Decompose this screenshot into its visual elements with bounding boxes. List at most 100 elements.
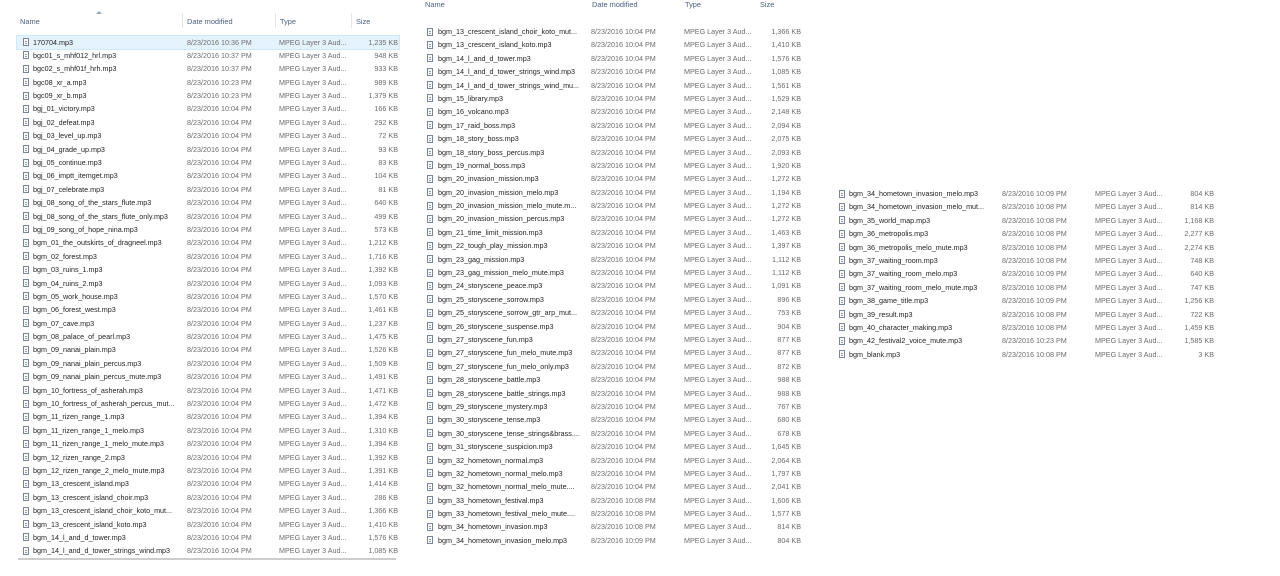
column-header-name[interactable]: Name (20, 17, 40, 26)
file-row[interactable]: bgm_16_volcano.mp3 8/23/2016 10:04 PM MPEG… (420, 105, 808, 118)
column-header-date-modified[interactable]: Date modified (592, 0, 638, 9)
file-row[interactable]: bgc01_s_mhf012_hrl.mp3 8/23/2016 10:37 PM… (17, 49, 399, 62)
file-row[interactable]: bgm_25_storyscene_sorrow.mp3 8/23/2016 10… (420, 293, 808, 306)
file-row[interactable]: bgm_11_rizen_range_1_melo_mute.mp3 8/23/2… (17, 437, 399, 450)
file-row[interactable]: bgm_09_nanai_plain.mp3 8/23/2016 10:04 PM… (17, 343, 399, 356)
file-row[interactable]: bgm_33_hometown_festival_melo_mute.... 8/… (420, 507, 808, 520)
file-row[interactable]: bgm_22_tough_play_mission.mp3 8/23/2016 1… (420, 239, 808, 252)
file-row[interactable]: bgj_01_victory.mp3 8/23/2016 10:04 PM MPEG… (17, 102, 399, 115)
file-row[interactable]: bgm_34_hometown_invasion_melo.mp3 8/23/20… (832, 187, 1220, 200)
file-row[interactable]: bgm_12_rizen_range_2_melo_mute.mp3 8/23/2… (17, 464, 399, 477)
file-row[interactable]: bgm_34_hometown_invasion_melo_mut... 8/23… (832, 200, 1220, 213)
file-row[interactable]: bgm_20_invasion_mission_melo.mp3 8/23/201… (420, 186, 808, 199)
file-row[interactable]: bgm_10_fortress_of_asherah.mp3 8/23/2016 … (17, 384, 399, 397)
file-row[interactable]: bgj_04_grade_up.mp3 8/23/2016 10:04 PM MPE… (17, 143, 399, 156)
file-row[interactable]: bgm_27_storyscene_fun_melo_only.mp3 8/23/… (420, 360, 808, 373)
file-row[interactable]: bgm_31_storyscene_suspicion.mp3 8/23/2016… (420, 440, 808, 453)
file-row[interactable]: bgm_36_metropolis.mp3 8/23/2016 10:08 PM M… (832, 227, 1220, 240)
file-row[interactable]: bgj_07_celebrate.mp3 8/23/2016 10:04 PM MP… (17, 183, 399, 196)
file-row[interactable]: bgm_27_storyscene_fun.mp3 8/23/2016 10:04… (420, 333, 808, 346)
column-header-name[interactable]: Name (425, 0, 445, 9)
file-row[interactable]: bgm_13_crescent_island_choir.mp3 8/23/201… (17, 491, 399, 504)
file-row[interactable]: bgm_11_rizen_range_1_melo.mp3 8/23/2016 1… (17, 424, 399, 437)
file-row[interactable]: bgm_03_ruins_1.mp3 8/23/2016 10:04 PM MPEG… (17, 263, 399, 276)
file-row[interactable]: bgj_05_continue.mp3 8/23/2016 10:04 PM MPE… (17, 156, 399, 169)
file-row[interactable]: bgc02_s_mhf01f_hrh.mp3 8/23/2016 10:37 PM… (17, 62, 399, 75)
file-row[interactable]: bgm_32_hometown_normal.mp3 8/23/2016 10:0… (420, 454, 808, 467)
file-row[interactable]: bgm_26_storyscene_suspense.mp3 8/23/2016 … (420, 320, 808, 333)
file-row[interactable]: bgm_20_invasion_mission_percus.mp3 8/23/2… (420, 212, 808, 225)
column-header-size[interactable]: Size (356, 17, 370, 26)
file-row[interactable]: bgm_42_festival2_voice_mute.mp3 8/23/2016… (832, 334, 1220, 347)
file-row[interactable]: bgm_14_l_and_d_tower.mp3 8/23/2016 10:04 … (17, 531, 399, 544)
file-row[interactable]: bgm_25_storyscene_sorrow_gtr_arp_mut... 8… (420, 306, 808, 319)
file-row[interactable]: bgm_20_invasion_mission.mp3 8/23/2016 10:… (420, 172, 808, 185)
file-row[interactable]: bgm_13_crescent_island_koto.mp3 8/23/2016… (420, 38, 808, 51)
file-row[interactable]: bgm_01_the_outskirts_of_dragneel.mp3 8/23… (17, 236, 399, 249)
file-row[interactable]: bgm_13_crescent_island_koto.mp3 8/23/2016… (17, 518, 399, 531)
file-row[interactable]: bgm_23_gag_mission.mp3 8/23/2016 10:04 PM… (420, 253, 808, 266)
file-row[interactable]: bgm_37_waiting_room_melo_mute.mp3 8/23/20… (832, 281, 1220, 294)
file-row[interactable]: bgm_18_story_boss.mp3 8/23/2016 10:04 PM M… (420, 132, 808, 145)
file-row[interactable]: bgm_05_work_house.mp3 8/23/2016 10:04 PM M… (17, 290, 399, 303)
file-row[interactable]: bgm_36_metropolis_melo_mute.mp3 8/23/2016… (832, 241, 1220, 254)
file-row[interactable]: bgm_30_storyscene_tense_strings&brass...… (420, 427, 808, 440)
file-row[interactable]: bgm_28_storyscene_battle.mp3 8/23/2016 10… (420, 373, 808, 386)
file-row[interactable]: bgj_06_imptt_itemget.mp3 8/23/2016 10:04 … (17, 169, 399, 182)
file-row[interactable]: bgm_28_storyscene_battle_strings.mp3 8/23… (420, 387, 808, 400)
file-row[interactable]: bgm_14_l_and_d_tower_strings_wind_mu... 8… (420, 79, 808, 92)
file-row[interactable]: bgm_20_invasion_mission_melo_mute.m... 8/… (420, 199, 808, 212)
file-row[interactable]: bgm_09_nanai_plain_percus.mp3 8/23/2016 1… (17, 357, 399, 370)
file-row[interactable]: bgm_15_library.mp3 8/23/2016 10:04 PM MPEG… (420, 92, 808, 105)
file-row[interactable]: bgm_02_forest.mp3 8/23/2016 10:04 PM MPEG … (17, 250, 399, 263)
file-row[interactable]: bgm_11_rizen_range_1.mp3 8/23/2016 10:04 … (17, 410, 399, 423)
file-row[interactable]: bgm_24_storyscene_peace.mp3 8/23/2016 10:… (420, 279, 808, 292)
file-row[interactable]: bgm_18_story_boss_percus.mp3 8/23/2016 10… (420, 146, 808, 159)
file-row[interactable]: bgm_27_storyscene_fun_melo_mute.mp3 8/23/… (420, 346, 808, 359)
file-row[interactable]: bgm_38_game_title.mp3 8/23/2016 10:09 PM M… (832, 294, 1220, 307)
file-row[interactable]: bgm_17_raid_boss.mp3 8/23/2016 10:04 PM MP… (420, 119, 808, 132)
file-row[interactable]: bgj_03_level_up.mp3 8/23/2016 10:04 PM MPE… (17, 129, 399, 142)
file-row[interactable]: bgm_21_time_limit_mission.mp3 8/23/2016 1… (420, 226, 808, 239)
column-header-date-modified[interactable]: Date modified (187, 17, 233, 26)
file-row[interactable]: bgm_07_cave.mp3 8/23/2016 10:04 PM MPEG La… (17, 317, 399, 330)
column-header-type[interactable]: Type (280, 17, 296, 26)
file-row[interactable]: bgj_08_song_of_the_stars_flute.mp3 8/23/2… (17, 196, 399, 209)
file-row[interactable]: bgm_32_hometown_normal_melo_mute.... 8/23… (420, 480, 808, 493)
file-row[interactable]: bgm_39_result.mp3 8/23/2016 10:08 PM MPEG … (832, 308, 1220, 321)
file-row[interactable]: 170704.mp3 8/23/2016 10:36 PM MPEG Layer 3… (16, 34, 400, 50)
file-row[interactable]: bgm_04_ruins_2.mp3 8/23/2016 10:04 PM MPEG… (17, 277, 399, 290)
file-row[interactable]: bgm_30_storyscene_tense.mp3 8/23/2016 10:… (420, 413, 808, 426)
file-row[interactable]: bgm_13_crescent_island.mp3 8/23/2016 10:0… (17, 477, 399, 490)
file-row[interactable]: bgm_34_hometown_invasion.mp3 8/23/2016 10… (420, 520, 808, 533)
horizontal-scrollbar[interactable] (18, 558, 396, 560)
file-row[interactable]: bgm_14_l_and_d_tower.mp3 8/23/2016 10:04 … (420, 52, 808, 65)
file-row[interactable]: bgj_09_song_of_hope_nina.mp3 8/23/2016 10… (17, 223, 399, 236)
file-row[interactable]: bgm_10_fortress_of_asherah_percus_mut...… (17, 397, 399, 410)
file-row[interactable]: bgc08_xr_a.mp3 8/23/2016 10:23 PM MPEG Lay… (17, 76, 399, 89)
file-row[interactable]: bgm_19_normal_boss.mp3 8/23/2016 10:04 PM… (420, 159, 808, 172)
file-row[interactable]: bgm_23_gag_mission_melo_mute.mp3 8/23/201… (420, 266, 808, 279)
file-row[interactable]: bgm_40_character_making.mp3 8/23/2016 10:… (832, 321, 1220, 334)
file-row[interactable]: bgm_13_crescent_island_choir_koto_mut...… (420, 25, 808, 38)
file-row[interactable]: bgm_13_crescent_island_choir_koto_mut...… (17, 504, 399, 517)
sort-ascending-icon[interactable] (96, 11, 102, 14)
file-row[interactable]: bgm_08_palace_of_pearl.mp3 8/23/2016 10:0… (17, 330, 399, 343)
file-row[interactable]: bgm_35_world_map.mp3 8/23/2016 10:08 PM MP… (832, 214, 1220, 227)
file-row[interactable]: bgm_14_l_and_d_tower_strings_wind.mp3 8/2… (17, 544, 399, 557)
column-header-type[interactable]: Type (685, 0, 701, 9)
file-row[interactable]: bgm_12_rizen_range_2.mp3 8/23/2016 10:04 … (17, 451, 399, 464)
file-row[interactable]: bgm_06_forest_west.mp3 8/23/2016 10:04 PM… (17, 303, 399, 316)
file-row[interactable]: bgc09_xr_b.mp3 8/23/2016 10:23 PM MPEG Lay… (17, 89, 399, 102)
file-row[interactable]: bgm_09_nanai_plain_percus_mute.mp3 8/23/2… (17, 370, 399, 383)
file-row[interactable]: bgj_02_defeat.mp3 8/23/2016 10:04 PM MPEG … (17, 116, 399, 129)
file-row[interactable]: bgm_29_storyscene_mystery.mp3 8/23/2016 1… (420, 400, 808, 413)
file-row[interactable]: bgm_33_hometown_festival.mp3 8/23/2016 10… (420, 494, 808, 507)
file-row[interactable]: bgm_37_waiting_room.mp3 8/23/2016 10:08 P… (832, 254, 1220, 267)
file-row[interactable]: bgj_08_song_of_the_stars_flute_only.mp3 8… (17, 210, 399, 223)
file-row[interactable]: bgm_14_l_and_d_tower_strings_wind.mp3 8/2… (420, 65, 808, 78)
file-row[interactable]: bgm_32_hometown_normal_melo.mp3 8/23/2016… (420, 467, 808, 480)
file-row[interactable]: bgm_34_hometown_invasion_melo.mp3 8/23/20… (420, 534, 808, 547)
column-header-size[interactable]: Size (760, 0, 774, 9)
file-row[interactable]: bgm_blank.mp3 8/23/2016 10:08 PM MPEG Laye… (832, 348, 1220, 361)
